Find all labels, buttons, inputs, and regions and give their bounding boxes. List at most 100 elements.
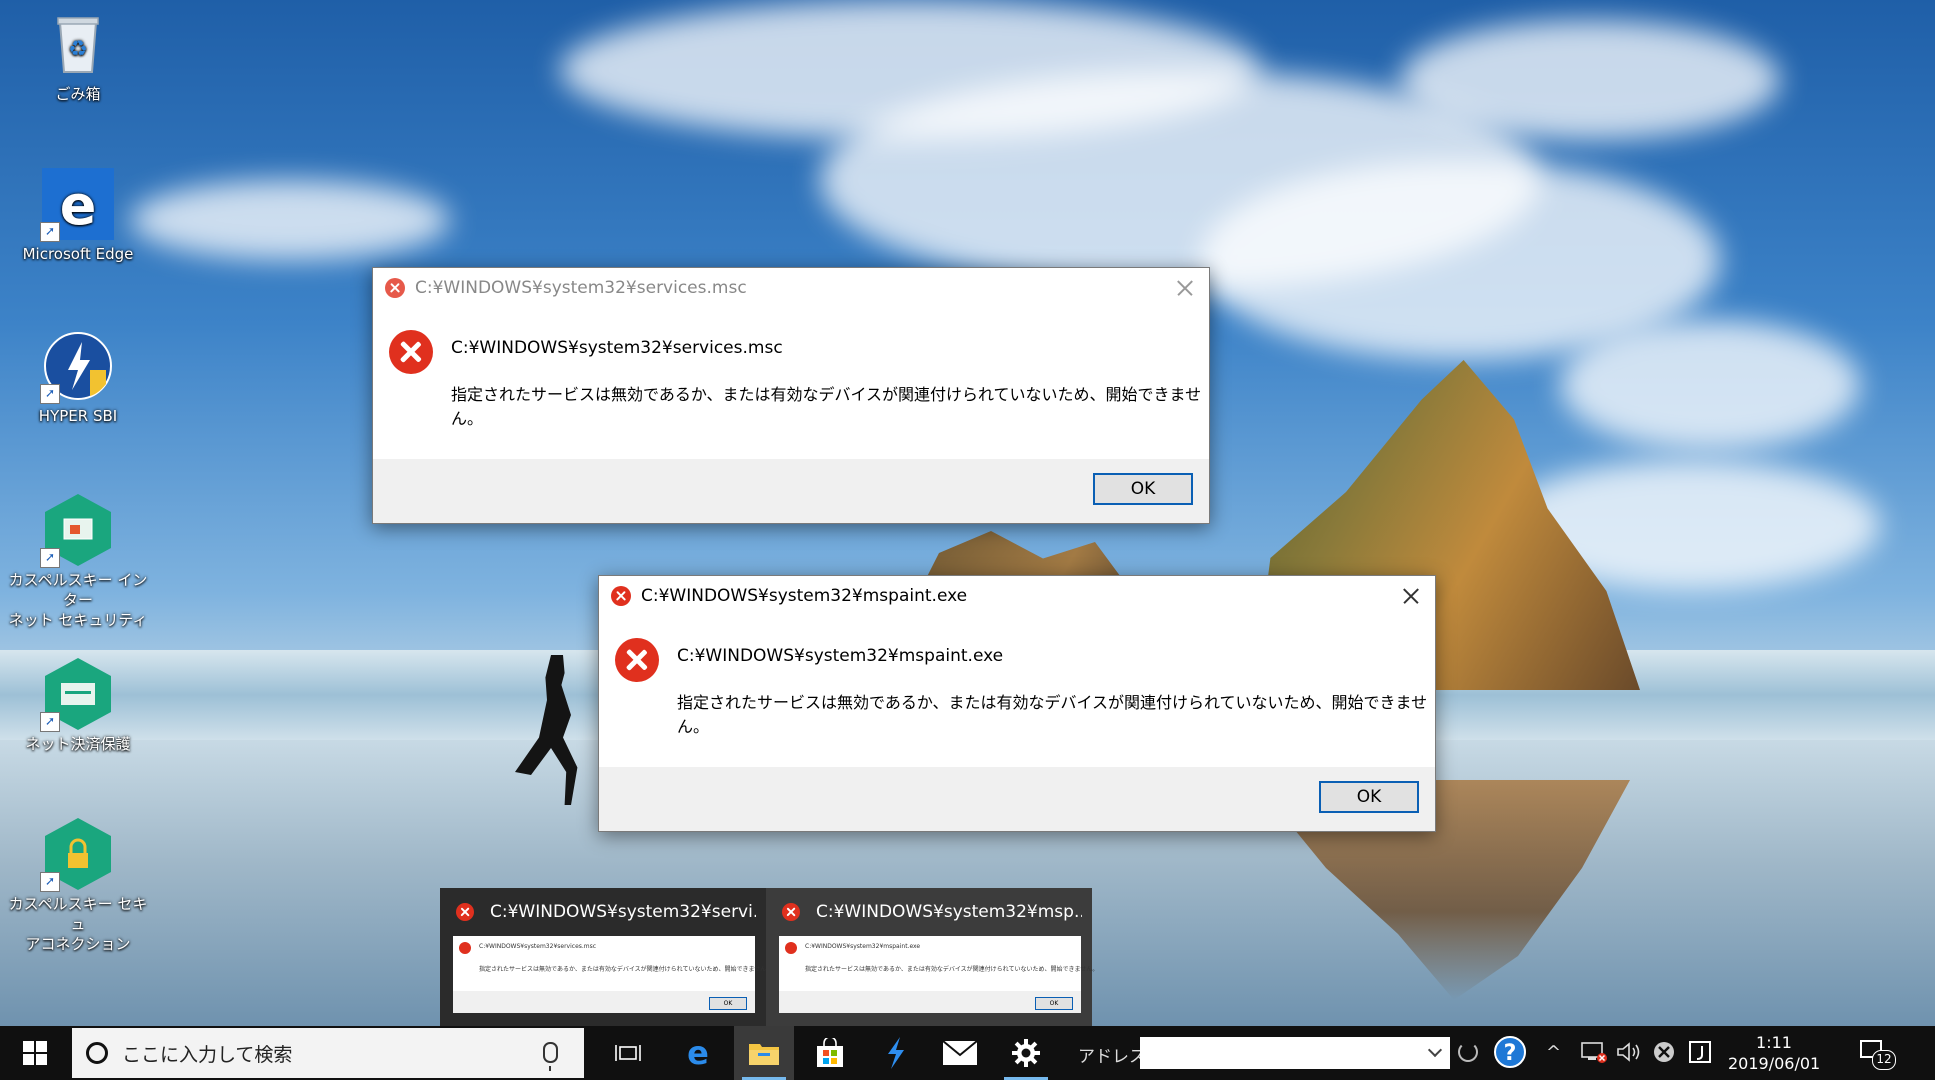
dialog-title-bar[interactable]: C:¥WINDOWS¥system32¥mspaint.exe bbox=[599, 576, 1435, 616]
thumbnail-ok-button: OK bbox=[709, 997, 747, 1010]
dialog-title: C:¥WINDOWS¥system32¥services.msc bbox=[415, 278, 747, 298]
dialog-path-text: C:¥WINDOWS¥system32¥mspaint.exe bbox=[677, 646, 1004, 666]
thumbnail-preview-text: 指定されたサービスは無効であるか、または有効なデバイスが関連付けられていないため… bbox=[479, 966, 773, 973]
svg-text:♻: ♻ bbox=[68, 37, 88, 62]
clock-time: 1:11 bbox=[1756, 1033, 1792, 1052]
thumbnail-mspaint[interactable]: C:¥WINDOWS¥system32¥msp... C:¥WINDOWS¥sy… bbox=[766, 888, 1098, 1026]
taskbar-hyper-sbi-button[interactable] bbox=[866, 1026, 926, 1080]
task-view-icon bbox=[615, 1045, 641, 1061]
thumbnail-preview-title: C:¥WINDOWS¥system32¥services.msc bbox=[479, 943, 597, 950]
taskbar-settings-button[interactable] bbox=[996, 1026, 1056, 1080]
shortcut-arrow-icon: ➚ bbox=[40, 872, 60, 892]
safe-money-label: ネット決済保護 bbox=[25, 735, 131, 753]
dialog-footer: OK bbox=[599, 767, 1435, 831]
desktop-icon-edge[interactable]: e ➚ Microsoft Edge bbox=[8, 168, 148, 264]
system-clock[interactable]: 1:11 2019/06/01 bbox=[1728, 1032, 1820, 1074]
help-icon[interactable]: ? bbox=[1494, 1036, 1526, 1068]
desktop-icon-kaspersky-secure-connection[interactable]: ➚ カスペルスキー セキュ アコネクション bbox=[8, 818, 148, 954]
taskbar-edge-button[interactable]: e bbox=[668, 1026, 728, 1080]
ime-mode-icon[interactable] bbox=[1688, 1040, 1712, 1069]
windows-logo-icon bbox=[23, 1041, 47, 1065]
safe-money-icon: ➚ bbox=[40, 658, 114, 732]
dialog-message: 指定されたサービスは無効であるか、または有効なデバイスが関連付けられていないため… bbox=[451, 385, 1202, 428]
thumbnail-services[interactable]: C:¥WINDOWS¥system32¥servi... C:¥WINDOWS¥… bbox=[440, 888, 772, 1026]
thumbnail-preview[interactable]: C:¥WINDOWS¥system32¥mspaint.exe 指定されたサービ… bbox=[779, 936, 1098, 1013]
store-icon bbox=[817, 1038, 843, 1067]
address-toolbar-label: アドレス bbox=[1078, 1047, 1146, 1067]
edge-icon: e ➚ bbox=[40, 168, 114, 242]
kaspersky-secure-connection-icon: ➚ bbox=[40, 818, 114, 892]
hyper-sbi-icon: ➚ bbox=[40, 330, 114, 404]
settings-icon bbox=[1012, 1039, 1040, 1067]
close-button[interactable] bbox=[1169, 272, 1201, 304]
thumbnail-preview-text: 指定されたサービスは無効であるか、または有効なデバイスが関連付けられていないため… bbox=[805, 966, 1099, 973]
task-view-button[interactable] bbox=[598, 1026, 658, 1080]
address-input[interactable] bbox=[1140, 1037, 1450, 1069]
taskbar-store-button[interactable] bbox=[800, 1026, 860, 1080]
ok-button[interactable]: OK bbox=[1093, 473, 1193, 505]
desktop-icon-safe-money[interactable]: ➚ ネット決済保護 bbox=[8, 658, 148, 754]
hyper-sbi-icon bbox=[888, 1037, 904, 1069]
thumbnail-title: C:¥WINDOWS¥system32¥msp... bbox=[816, 902, 1082, 922]
shortcut-arrow-icon: ➚ bbox=[40, 712, 60, 732]
desktop-icon-hyper-sbi[interactable]: ➚ HYPER SBI bbox=[8, 330, 148, 426]
kaspersky-label-line1: カスペルスキー インター bbox=[8, 571, 148, 609]
taskbar-file-explorer-button[interactable] bbox=[734, 1026, 794, 1080]
search-box[interactable]: ここに入力して検索 bbox=[72, 1028, 584, 1078]
shortcut-arrow-icon: ➚ bbox=[40, 548, 60, 568]
recycle-bin-label: ごみ箱 bbox=[55, 85, 101, 103]
taskbar-thumbnail-panel: C:¥WINDOWS¥system32¥servi... C:¥WINDOWS¥… bbox=[440, 888, 1098, 1026]
dialog-title: C:¥WINDOWS¥system32¥mspaint.exe bbox=[641, 586, 968, 606]
kaspersky-internet-security-icon: ➚ bbox=[40, 494, 114, 568]
start-button[interactable] bbox=[0, 1026, 70, 1080]
error-icon bbox=[611, 586, 631, 606]
dialog-path-text: C:¥WINDOWS¥system32¥services.msc bbox=[451, 338, 783, 358]
error-dialog-mspaint[interactable]: C:¥WINDOWS¥system32¥mspaint.exe C:¥WINDO… bbox=[598, 575, 1436, 832]
hyper-sbi-label: HYPER SBI bbox=[38, 407, 118, 425]
mail-icon bbox=[942, 1040, 978, 1065]
thumbnail-ok-button: OK bbox=[1035, 997, 1073, 1010]
desktop-icon-kaspersky-internet-security[interactable]: ➚ カスペルスキー インター ネット セキュリティ bbox=[8, 494, 148, 630]
taskbar: ここに入力して検索 e アドレス ? ^ 1:11 2019/06/01 12 bbox=[0, 1026, 1935, 1080]
dialog-footer: OK bbox=[373, 459, 1209, 523]
dialog-title-bar[interactable]: C:¥WINDOWS¥system32¥services.msc bbox=[373, 268, 1209, 308]
edge-label: Microsoft Edge bbox=[22, 245, 134, 263]
error-icon bbox=[389, 330, 433, 374]
clock-date: 2019/06/01 bbox=[1728, 1054, 1821, 1073]
thumbnail-preview[interactable]: C:¥WINDOWS¥system32¥services.msc 指定されたサー… bbox=[453, 936, 772, 1013]
search-placeholder: ここに入力して検索 bbox=[122, 1043, 293, 1066]
kaspersky-vpn-label-line1: カスペルスキー セキュ bbox=[8, 895, 148, 933]
cortana-icon bbox=[86, 1042, 108, 1064]
desktop-icon-recycle-bin[interactable]: ♻ ごみ箱 bbox=[8, 8, 148, 104]
ok-button[interactable]: OK bbox=[1319, 781, 1419, 813]
edge-icon: e bbox=[687, 1037, 709, 1069]
error-icon bbox=[385, 278, 405, 298]
dialog-message: 指定されたサービスは無効であるか、または有効なデバイスが関連付けられていないため… bbox=[677, 693, 1428, 736]
volume-icon[interactable] bbox=[1616, 1040, 1642, 1069]
svg-text:e: e bbox=[60, 174, 97, 237]
error-icon bbox=[459, 942, 471, 954]
shortcut-arrow-icon: ➚ bbox=[40, 222, 60, 242]
error-icon bbox=[456, 903, 474, 921]
kaspersky-tray-icon[interactable] bbox=[1652, 1040, 1676, 1069]
error-dialog-services[interactable]: C:¥WINDOWS¥system32¥services.msc C:¥WIND… bbox=[372, 267, 1210, 524]
refresh-icon[interactable] bbox=[1458, 1042, 1478, 1062]
kaspersky-vpn-label-line2: アコネクション bbox=[25, 935, 131, 953]
error-icon bbox=[615, 638, 659, 682]
action-center-button[interactable]: 12 bbox=[1858, 1036, 1896, 1070]
error-icon bbox=[782, 903, 800, 921]
chevron-up-icon[interactable]: ^ bbox=[1546, 1042, 1561, 1063]
microphone-icon[interactable] bbox=[543, 1042, 558, 1071]
thumbnail-preview-title: C:¥WINDOWS¥system32¥mspaint.exe bbox=[805, 943, 921, 950]
recycle-bin-icon: ♻ bbox=[42, 8, 114, 80]
notification-count-badge: 12 bbox=[1872, 1050, 1896, 1070]
shortcut-arrow-icon: ➚ bbox=[40, 384, 60, 404]
close-button[interactable] bbox=[1395, 580, 1427, 612]
thumbnail-title: C:¥WINDOWS¥system32¥servi... bbox=[490, 902, 756, 922]
taskbar-mail-button[interactable] bbox=[930, 1026, 990, 1080]
file-explorer-icon bbox=[749, 1044, 779, 1065]
error-icon bbox=[785, 942, 797, 954]
kaspersky-label-line2: ネット セキュリティ bbox=[8, 611, 148, 629]
svg-text:e: e bbox=[687, 1037, 709, 1069]
network-disconnected-icon[interactable] bbox=[1580, 1040, 1608, 1069]
